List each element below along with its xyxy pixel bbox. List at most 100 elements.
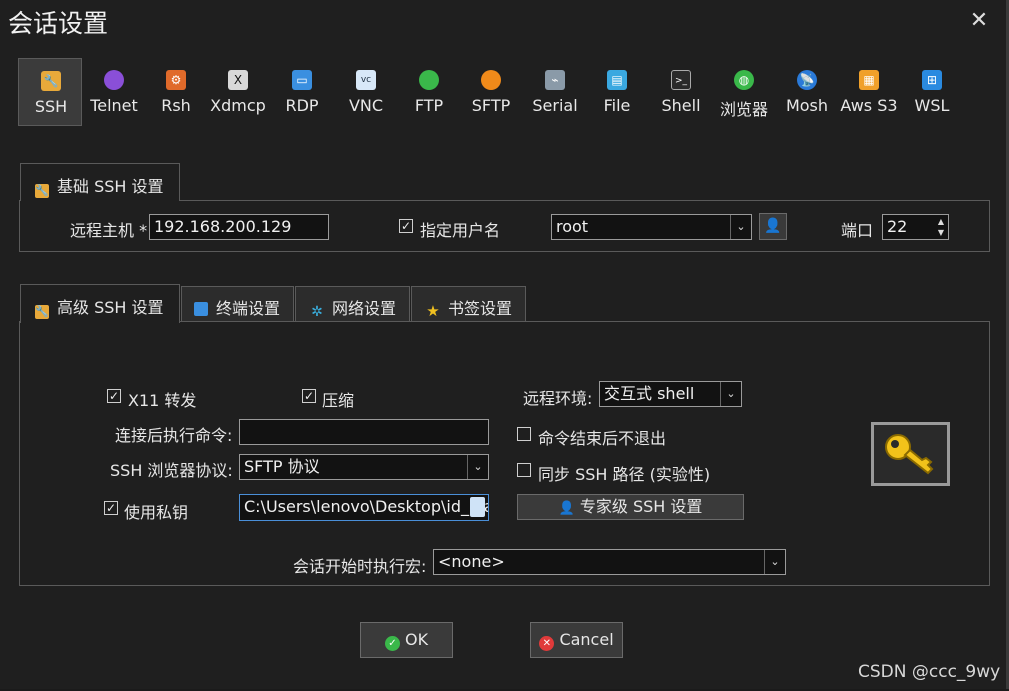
remote-host-label: 远程主机 *	[70, 221, 148, 240]
expert-ssh-settings-button[interactable]: 👤 专家级 SSH 设置	[517, 494, 744, 520]
wrench-icon: 🔧	[35, 184, 49, 198]
tab-advanced-ssh[interactable]: 🔧 高级 SSH 设置	[20, 284, 180, 323]
advanced-ssh-panel	[19, 321, 990, 586]
cancel-label: Cancel	[559, 630, 614, 649]
session-type-shell[interactable]: >_ Shell	[649, 58, 713, 126]
sync-path-label: 同步 SSH 路径 (实验性)	[538, 465, 711, 484]
cancel-button[interactable]: ✕ Cancel	[530, 622, 623, 658]
chevron-down-icon[interactable]: ⌄	[720, 382, 741, 406]
session-type-label: VNC	[348, 96, 384, 115]
remote-env-value: 交互式 shell	[604, 384, 695, 403]
session-type-vnc[interactable]: vc VNC	[334, 58, 398, 126]
ftp-icon	[419, 70, 439, 90]
user-icon: 👤	[764, 218, 782, 234]
mosh-icon: 📡	[797, 70, 817, 90]
private-key-checkbox[interactable]: ✓	[104, 501, 118, 515]
no-exit-checkbox[interactable]	[517, 427, 531, 441]
macro-label: 会话开始时执行宏:	[293, 557, 427, 576]
port-value: 22	[887, 217, 908, 236]
user-picker-button[interactable]: 👤	[759, 213, 787, 240]
browser-proto-label: SSH 浏览器协议:	[110, 461, 233, 480]
session-type-label: Mosh	[785, 96, 829, 115]
file-browse-icon[interactable]	[470, 497, 485, 517]
port-spinner[interactable]: 22 ▲ ▼	[882, 214, 949, 240]
close-icon[interactable]: ✕	[964, 6, 994, 36]
tab-terminal-settings[interactable]: 终端设置	[181, 286, 294, 322]
session-type-file[interactable]: ▤ File	[585, 58, 649, 126]
tab-label: 基础 SSH 设置	[57, 177, 164, 196]
private-key-path-input[interactable]: C:\Users\lenovo\Desktop\id_rsa	[239, 494, 489, 521]
username-select[interactable]: root ⌄	[551, 214, 752, 240]
x11-forward-checkbox[interactable]: ✓	[107, 389, 121, 403]
user-settings-icon: 👤	[558, 501, 575, 516]
x-circle-icon: ✕	[539, 636, 555, 651]
session-type-label: FTP	[414, 96, 444, 115]
macro-value: <none>	[438, 552, 505, 571]
session-type-label: Rsh	[161, 96, 191, 115]
tab-bookmark-settings[interactable]: ★ 书签设置	[411, 286, 526, 322]
private-key-path-value: C:\Users\lenovo\Desktop\id_rsa	[244, 497, 489, 516]
session-type-toolbar: 🔧 SSH Telnet ⚙ Rsh X Xdmcp ▭ RDP vc VNC …	[18, 58, 978, 128]
session-type-label: RDP	[285, 96, 319, 115]
exec-cmd-label: 连接后执行命令:	[115, 426, 233, 445]
chevron-down-icon[interactable]: ⌄	[764, 550, 785, 574]
wrench-icon: 🔧	[35, 305, 49, 319]
session-type-serial[interactable]: ⌁ Serial	[523, 58, 587, 126]
macro-select[interactable]: <none> ⌄	[433, 549, 786, 575]
session-type-xdmcp[interactable]: X Xdmcp	[206, 58, 270, 126]
check-circle-icon: ✓	[384, 636, 400, 651]
private-key-label: 使用私钥	[124, 503, 189, 522]
remote-host-input[interactable]: 192.168.200.129	[149, 214, 329, 240]
session-settings-dialog: 会话设置 ✕ 🔧 SSH Telnet ⚙ Rsh X Xdmcp ▭ RDP …	[0, 0, 1009, 689]
key-icon	[871, 422, 950, 486]
session-type-label: Telnet	[90, 96, 138, 115]
spin-arrows-icon[interactable]: ▲ ▼	[938, 216, 944, 238]
star-icon: ★	[426, 302, 440, 320]
tab-basic-ssh[interactable]: 🔧 基础 SSH 设置	[20, 163, 180, 201]
session-type-ftp[interactable]: FTP	[397, 58, 461, 126]
watermark-text: CSDN @ccc_9wy	[858, 662, 1001, 682]
terminal-icon	[194, 302, 208, 316]
session-type-label: File	[603, 96, 631, 115]
compress-label: 压缩	[322, 391, 355, 410]
tab-label: 网络设置	[332, 299, 397, 318]
session-type-label: 浏览器	[719, 100, 768, 119]
rdp-icon: ▭	[292, 70, 312, 90]
xdmcp-icon: X	[228, 70, 248, 90]
session-type-browser[interactable]: ◍ 浏览器	[712, 58, 776, 126]
session-type-label: Xdmcp	[210, 96, 266, 115]
serial-icon: ⌁	[545, 70, 565, 90]
session-type-wsl[interactable]: ⊞ WSL	[900, 58, 964, 126]
shell-icon: >_	[671, 70, 691, 90]
exec-cmd-input[interactable]	[239, 419, 489, 445]
rsh-icon: ⚙	[166, 70, 186, 90]
network-icon: ✲	[311, 304, 323, 320]
telnet-icon	[104, 70, 124, 90]
session-type-rdp[interactable]: ▭ RDP	[270, 58, 334, 126]
sync-path-checkbox[interactable]	[517, 463, 531, 477]
tab-label: 终端设置	[216, 299, 281, 318]
session-type-ssh[interactable]: 🔧 SSH	[18, 58, 82, 126]
compress-checkbox[interactable]: ✓	[302, 389, 316, 403]
session-type-mosh[interactable]: 📡 Mosh	[775, 58, 839, 126]
title-bar: 会话设置 ✕	[0, 0, 1006, 42]
x11-forward-label: X11 转发	[128, 391, 197, 410]
ok-button[interactable]: ✓ OK	[360, 622, 453, 658]
session-type-label: Aws S3	[840, 96, 898, 115]
browser-proto-select[interactable]: SFTP 协议 ⌄	[239, 454, 489, 480]
username-value: root	[556, 217, 589, 236]
remote-env-label: 远程环境:	[523, 389, 593, 408]
session-type-aws-s3[interactable]: ▦ Aws S3	[837, 58, 901, 126]
vnc-icon: vc	[356, 70, 376, 90]
aws-s3-icon: ▦	[859, 70, 879, 90]
session-type-rsh[interactable]: ⚙ Rsh	[144, 58, 208, 126]
remote-env-select[interactable]: 交互式 shell ⌄	[599, 381, 742, 407]
chevron-down-icon[interactable]: ⌄	[730, 215, 751, 239]
session-type-label: SFTP	[471, 96, 511, 115]
session-type-label: Shell	[661, 96, 701, 115]
session-type-telnet[interactable]: Telnet	[82, 58, 146, 126]
tab-network-settings[interactable]: ✲ 网络设置	[295, 286, 410, 322]
chevron-down-icon[interactable]: ⌄	[467, 455, 488, 479]
specify-user-checkbox[interactable]: ✓	[399, 219, 413, 233]
session-type-sftp[interactable]: SFTP	[459, 58, 523, 126]
